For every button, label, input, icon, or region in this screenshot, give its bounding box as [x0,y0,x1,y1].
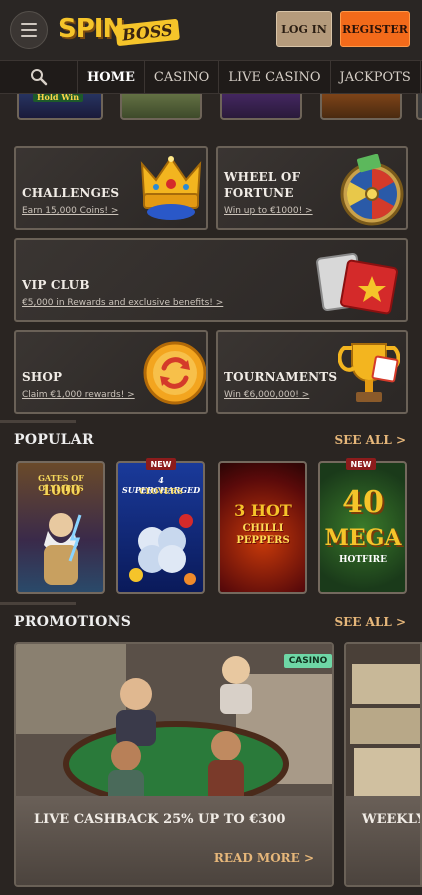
shop-tile[interactable]: SHOP Claim €1,000 rewards! > [14,330,208,414]
search-button[interactable] [0,61,78,93]
shop-title: SHOP [22,370,63,384]
game-title-line1: 40 [342,485,384,520]
game-title-line2: CLOVERS [139,486,183,496]
tournaments-tile[interactable]: TOURNAMENTS Win €6,000,000! > [216,330,408,414]
promotions-title: PROMOTIONS [14,614,132,630]
popular-title: POPULAR [14,432,94,448]
read-more-link[interactable]: READ MORE > [214,851,314,865]
new-badge: NEW [346,458,376,470]
promotions-see-all-link[interactable]: SEE ALL > [334,615,406,629]
popular-see-all-link[interactable]: SEE ALL > [334,433,406,447]
promo-card-footer [346,796,420,885]
recent-games-strip: Hold Win [0,94,422,128]
vip-title: VIP CLUB [22,278,90,292]
tab-live-casino[interactable]: LIVE CASINO [219,61,331,93]
vip-cards-icon [316,252,398,315]
game-title-line2: CHILLI PEPPERS [236,523,290,546]
logo[interactable]: SPIN BOSS [58,12,180,48]
logo-boss-text: BOSS [115,18,180,47]
challenges-subtitle: Earn 15,000 Coins! > [22,206,119,216]
new-badge: NEW [146,458,176,470]
section-divider [0,602,76,605]
tournaments-title: TOURNAMENTS [224,370,338,384]
hamburger-icon [21,23,37,25]
search-icon [30,69,47,86]
promo-card-footer [16,796,332,885]
strip-game-4[interactable] [320,94,402,120]
wheel-title-line1: WHEEL OF [224,170,301,184]
login-button[interactable]: LOG IN [276,11,332,47]
strip-game-5[interactable] [416,94,422,120]
zeus-figure-icon [44,513,82,585]
header: SPIN BOSS LOG IN REGISTER [0,0,422,60]
tab-home[interactable]: HOME [78,61,145,93]
game-title-line3: HOTFIRE [339,555,387,565]
promo-poker-scene-image [16,644,332,804]
register-button[interactable]: REGISTER [340,11,410,47]
shop-subtitle: Claim €1,000 rewards! > [22,390,135,400]
game-title-line2: MEGA [324,525,402,551]
game-card-gates-of-olympus[interactable]: GATES OF OLYMPUS 1000 [16,461,105,594]
strip-game-1-label: Hold Win [33,94,84,102]
tab-jackpots[interactable]: JACKPOTS [331,61,421,93]
strip-game-3[interactable] [220,94,302,120]
game-card-3-hot-chilli-peppers[interactable]: 3 HOT CHILLI PEPPERS [218,461,307,594]
promo-card-weekly[interactable]: WEEKLY [344,642,422,887]
tournaments-subtitle: Win €6,000,000! > [224,390,310,400]
shop-coin-icon [143,341,206,405]
promo-card-title: WEEKLY [362,812,422,827]
trophy-icon [338,343,400,402]
promo-card-live-cashback[interactable]: LIVE CASHBACK 25% UP TO €300 READ MORE > [14,642,334,887]
game-card-supercharged-clovers[interactable]: 4 SUPERCHARGED CLOVERS [116,461,205,594]
tab-casino[interactable]: CASINO [145,61,220,93]
clover-icon [129,514,196,585]
game-title-line1: 3 HOT [234,501,292,520]
crown-icon [140,156,202,220]
menu-button[interactable] [10,11,48,49]
vip-subtitle: €5,000 in Rewards and exclusive benefits… [22,298,224,308]
game-title-line2: 1000 [41,483,81,499]
challenges-tile[interactable]: CHALLENGES Earn 15,000 Coins! > [14,146,208,230]
promo-papers-image [346,644,420,804]
wheel-subtitle: Win up to €1000! > [224,206,313,216]
strip-game-2[interactable] [120,94,202,120]
section-divider [0,420,76,423]
casino-tag: CASINO [284,654,332,668]
wheel-of-fortune-tile[interactable]: WHEEL OF FORTUNE Win up to €1000! > [216,146,408,230]
logo-spin-text: SPIN [58,14,124,44]
main-nav: HOME CASINO LIVE CASINO JACKPOTS [0,60,422,94]
strip-game-1[interactable]: Hold Win [17,94,103,120]
wheel-title-line2: FORTUNE [224,186,294,200]
game-card-40-mega-hotfire[interactable]: 40 MEGA HOTFIRE [318,461,407,594]
fortune-wheel-icon [340,154,404,226]
vip-club-tile[interactable]: VIP CLUB €5,000 in Rewards and exclusive… [14,238,408,322]
challenges-title: CHALLENGES [22,186,120,200]
promo-card-title: LIVE CASHBACK 25% UP TO €300 [34,812,286,827]
